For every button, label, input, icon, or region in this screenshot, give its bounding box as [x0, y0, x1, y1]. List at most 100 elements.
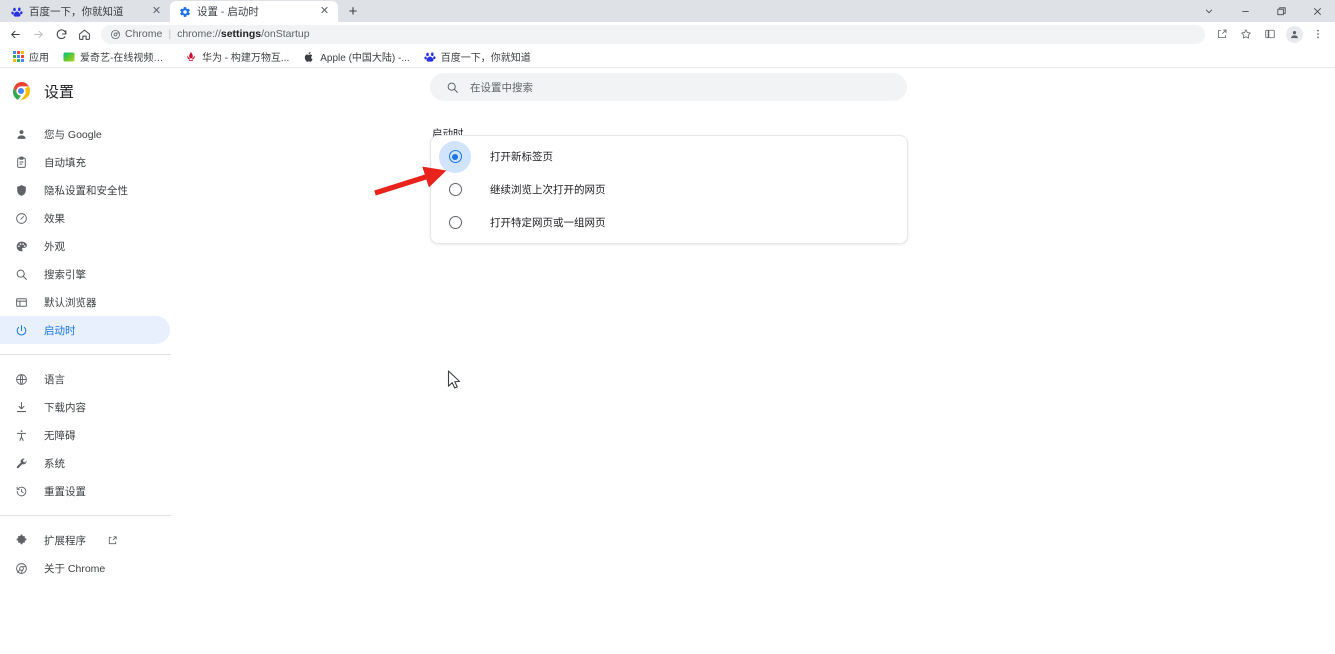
radio-label: 打开新标签页	[490, 151, 553, 163]
bookmark-apple[interactable]: Apple (中国大陆) -...	[297, 47, 415, 66]
chrome-logo-icon	[11, 81, 31, 101]
tab-close-button[interactable]: ✕	[150, 5, 163, 18]
side-panel-icon[interactable]	[1259, 23, 1281, 45]
sidebar-item-privacy-security[interactable]: 隐私设置和安全性	[0, 176, 171, 204]
palette-icon	[14, 239, 29, 254]
tab-search-icon[interactable]	[1191, 0, 1227, 22]
back-icon[interactable]	[4, 23, 26, 45]
speedometer-icon	[14, 211, 29, 226]
url-prefix: chrome://	[177, 28, 221, 40]
settings-header: 设置	[0, 68, 171, 114]
sidebar-item-downloads[interactable]: 下载内容	[0, 393, 171, 421]
page-title: 设置	[44, 83, 75, 101]
reload-icon[interactable]	[50, 23, 72, 45]
maximize-icon[interactable]	[1263, 0, 1299, 22]
sidebar-item-languages[interactable]: 语言	[0, 365, 171, 393]
magnifier-icon	[14, 267, 29, 282]
omnibox-url: chrome://settings/onStartup	[177, 28, 309, 40]
settings-sidebar: 设置 您与 Google 自动填充 隐私设置和安全性 效果 外观 搜索引擎 默认…	[0, 68, 171, 653]
bookmark-label: Apple (中国大陆) -...	[320, 53, 410, 64]
omnibox-separator: |	[168, 28, 172, 40]
three-dot-menu-icon[interactable]	[1307, 23, 1329, 45]
toolbar-actions	[1211, 23, 1329, 45]
search-icon	[446, 81, 459, 94]
bookmark-huawei[interactable]: 华为 - 构建万物互...	[179, 47, 295, 66]
radio-button[interactable]	[448, 183, 462, 196]
bookmark-apps[interactable]: 应用	[6, 47, 55, 66]
search-input[interactable]: 在设置中搜索	[430, 73, 907, 101]
puzzle-icon	[14, 533, 29, 548]
search-placeholder: 在设置中搜索	[470, 81, 533, 94]
sidebar-item-autofill[interactable]: 自动填充	[0, 148, 171, 176]
startup-option-continue[interactable]: 继续浏览上次打开的网页	[431, 173, 907, 206]
accessibility-icon	[14, 428, 29, 443]
share-icon[interactable]	[1211, 23, 1233, 45]
star-icon[interactable]	[1235, 23, 1257, 45]
apps-grid-icon	[12, 51, 24, 63]
bookmark-iqiyi[interactable]: 爱奇艺-在线视频网...	[57, 47, 177, 66]
omnibox-chip-label: Chrome	[125, 28, 163, 40]
address-bar[interactable]: Chrome | chrome://settings/onStartup	[101, 24, 1205, 44]
sidebar-item-reset-settings[interactable]: 重置设置	[0, 477, 171, 505]
profile-avatar-icon[interactable]	[1283, 23, 1305, 45]
startup-options-card: 打开新标签页 继续浏览上次打开的网页 打开特定网页或一组网页	[430, 135, 908, 244]
bookmark-baidu[interactable]: 百度一下，你就知道	[418, 47, 537, 66]
power-icon	[14, 323, 29, 338]
globe-icon	[14, 372, 29, 387]
radio-button[interactable]	[448, 150, 462, 163]
sidebar-item-you-and-google[interactable]: 您与 Google	[0, 120, 171, 148]
iqiyi-icon	[63, 51, 75, 63]
sidebar-item-label: 搜索引擎	[44, 268, 86, 281]
sidebar-item-search-engine[interactable]: 搜索引擎	[0, 260, 171, 288]
sidebar-item-label: 默认浏览器	[44, 296, 97, 309]
baidu-paw-icon	[11, 6, 23, 18]
tab-title: 设置 - 启动时	[197, 6, 259, 18]
close-icon[interactable]	[1299, 0, 1335, 22]
radio-focus-ring	[439, 207, 471, 239]
radio-focus-ring	[439, 140, 471, 173]
radio-label: 继续浏览上次打开的网页	[490, 184, 606, 196]
sidebar-item-label: 无障碍	[44, 429, 76, 442]
browser-toolbar: Chrome | chrome://settings/onStartup	[0, 22, 1335, 46]
sidebar-item-about-chrome[interactable]: 关于 Chrome	[0, 554, 171, 582]
sidebar-item-label: 下载内容	[44, 401, 86, 414]
sidebar-item-system[interactable]: 系统	[0, 449, 171, 477]
startup-option-specific-pages[interactable]: 打开特定网页或一组网页	[431, 206, 907, 239]
settings-gear-icon	[179, 6, 191, 18]
sidebar-item-label: 外观	[44, 240, 65, 253]
tab-close-button[interactable]: ✕	[318, 5, 331, 18]
home-icon[interactable]	[73, 23, 95, 45]
browser-tab-2[interactable]: 设置 - 启动时 ✕	[170, 1, 338, 22]
chrome-outline-icon	[14, 561, 29, 576]
apple-icon	[303, 51, 315, 63]
radio-label: 打开特定网页或一组网页	[490, 217, 606, 229]
browser-tab-1[interactable]: 百度一下，你就知道 ✕	[2, 1, 170, 22]
external-link-icon	[107, 534, 119, 546]
sidebar-item-label: 扩展程序	[44, 534, 86, 547]
sidebar-item-extensions[interactable]: 扩展程序	[0, 526, 171, 554]
site-info-chip[interactable]: Chrome	[110, 28, 162, 40]
sidebar-item-label: 自动填充	[44, 156, 86, 169]
sidebar-nav-secondary: 语言 下载内容 无障碍 系统 重置设置	[0, 365, 171, 505]
sidebar-item-default-browser[interactable]: 默认浏览器	[0, 288, 171, 316]
download-icon	[14, 400, 29, 415]
bookmark-label: 华为 - 构建万物互...	[202, 53, 290, 64]
bookmarks-bar: 应用 爱奇艺-在线视频网... 华为 - 构建万物互... Apple (中国大…	[0, 46, 1335, 68]
forward-icon[interactable]	[27, 23, 49, 45]
settings-page: 设置 您与 Google 自动填充 隐私设置和安全性 效果 外观 搜索引擎 默认…	[0, 68, 1335, 653]
minimize-icon[interactable]	[1227, 0, 1263, 22]
sidebar-item-label: 启动时	[44, 324, 76, 337]
url-host: settings	[220, 28, 262, 40]
sidebar-nav-primary: 您与 Google 自动填充 隐私设置和安全性 效果 外观 搜索引擎 默认浏览器…	[0, 114, 171, 344]
sidebar-item-on-startup[interactable]: 启动时	[0, 316, 170, 344]
sidebar-item-performance[interactable]: 效果	[0, 204, 171, 232]
startup-option-new-tab[interactable]: 打开新标签页	[431, 140, 907, 173]
new-tab-button[interactable]: +	[340, 1, 366, 22]
clipboard-icon	[14, 155, 29, 170]
sidebar-item-appearance[interactable]: 外观	[0, 232, 171, 260]
sidebar-item-label: 重置设置	[44, 485, 86, 498]
sidebar-item-accessibility[interactable]: 无障碍	[0, 421, 171, 449]
shield-icon	[14, 183, 29, 198]
history-restore-icon	[14, 484, 29, 499]
radio-button[interactable]	[448, 216, 462, 229]
